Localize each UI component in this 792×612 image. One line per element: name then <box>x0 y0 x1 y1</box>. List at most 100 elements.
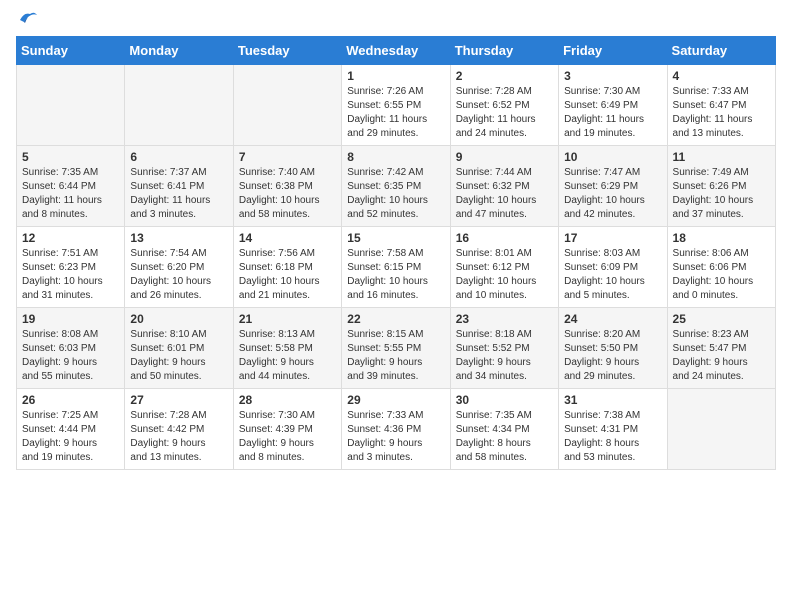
day-number: 25 <box>673 312 770 326</box>
logo-bird-icon <box>18 10 38 28</box>
calendar-cell: 12Sunrise: 7:51 AM Sunset: 6:23 PM Dayli… <box>17 227 125 308</box>
calendar-cell: 24 Sunrise: 8:20 AM Sunset: 5:50 PM Dayli… <box>559 308 667 389</box>
day-number: 17 <box>564 231 661 245</box>
calendar-cell <box>17 65 125 146</box>
calendar-cell: 27 Sunrise: 7:28 AM Sunset: 4:42 PM Dayli… <box>125 389 233 470</box>
day-number: 1 <box>347 69 444 83</box>
weekday-header-sunday: Sunday <box>17 37 125 65</box>
day-info: Sunrise: 7:54 AM Sunset: 6:20 PM Dayligh… <box>130 247 227 303</box>
day-info: Sunrise: 8:15 AM Sunset: 5:55 PM Dayligh… <box>347 328 444 384</box>
day-info: Sunrise: 8:06 AM Sunset: 6:06 PM Dayligh… <box>673 247 770 303</box>
day-number: 27 <box>130 393 227 407</box>
calendar-table: SundayMondayTuesdayWednesdayThursdayFrid… <box>16 36 776 470</box>
day-number: 19 <box>22 312 119 326</box>
calendar-cell: 30 Sunrise: 7:35 AM Sunset: 4:34 PM Dayli… <box>450 389 558 470</box>
day-number: 7 <box>239 150 336 164</box>
day-info: Sunrise: 7:58 AM Sunset: 6:15 PM Dayligh… <box>347 247 444 303</box>
calendar-cell <box>125 65 233 146</box>
weekday-header-tuesday: Tuesday <box>233 37 341 65</box>
weekday-header-friday: Friday <box>559 37 667 65</box>
day-number: 30 <box>456 393 553 407</box>
day-info: Sunrise: 7:25 AM Sunset: 4:44 PM Dayligh… <box>22 409 119 465</box>
calendar-cell: 25 Sunrise: 8:23 AM Sunset: 5:47 PM Dayli… <box>667 308 775 389</box>
calendar-week-row: 5Sunrise: 7:35 AM Sunset: 6:44 PM Daylig… <box>17 146 776 227</box>
day-number: 11 <box>673 150 770 164</box>
day-info: Sunrise: 8:10 AM Sunset: 6:01 PM Dayligh… <box>130 328 227 384</box>
calendar-cell: 10 Sunrise: 7:47 AM Sunset: 6:29 PM Dayli… <box>559 146 667 227</box>
day-number: 28 <box>239 393 336 407</box>
calendar-cell: 29 Sunrise: 7:33 AM Sunset: 4:36 PM Dayli… <box>342 389 450 470</box>
day-number: 6 <box>130 150 227 164</box>
calendar-cell: 17 Sunrise: 8:03 AM Sunset: 6:09 PM Dayli… <box>559 227 667 308</box>
calendar-cell: 19 Sunrise: 8:08 AM Sunset: 6:03 PM Dayli… <box>17 308 125 389</box>
weekday-header-wednesday: Wednesday <box>342 37 450 65</box>
calendar-cell: 15 Sunrise: 7:58 AM Sunset: 6:15 PM Dayli… <box>342 227 450 308</box>
day-number: 29 <box>347 393 444 407</box>
day-info: Sunrise: 8:03 AM Sunset: 6:09 PM Dayligh… <box>564 247 661 303</box>
day-info: Sunrise: 7:56 AM Sunset: 6:18 PM Dayligh… <box>239 247 336 303</box>
day-info: Sunrise: 8:01 AM Sunset: 6:12 PM Dayligh… <box>456 247 553 303</box>
calendar-cell <box>233 65 341 146</box>
day-info: Sunrise: 7:28 AM Sunset: 6:52 PM Dayligh… <box>456 85 553 141</box>
day-number: 31 <box>564 393 661 407</box>
calendar-cell <box>667 389 775 470</box>
day-info: Sunrise: 8:23 AM Sunset: 5:47 PM Dayligh… <box>673 328 770 384</box>
day-number: 10 <box>564 150 661 164</box>
calendar-cell: 28Sunrise: 7:30 AM Sunset: 4:39 PM Dayli… <box>233 389 341 470</box>
day-number: 23 <box>456 312 553 326</box>
day-number: 4 <box>673 69 770 83</box>
day-number: 9 <box>456 150 553 164</box>
calendar-week-row: 26 Sunrise: 7:25 AM Sunset: 4:44 PM Dayli… <box>17 389 776 470</box>
day-info: Sunrise: 7:40 AM Sunset: 6:38 PM Dayligh… <box>239 166 336 222</box>
day-info: Sunrise: 7:51 AM Sunset: 6:23 PM Dayligh… <box>22 247 119 303</box>
day-info: Sunrise: 7:47 AM Sunset: 6:29 PM Dayligh… <box>564 166 661 222</box>
weekday-header-thursday: Thursday <box>450 37 558 65</box>
calendar-cell: 5Sunrise: 7:35 AM Sunset: 6:44 PM Daylig… <box>17 146 125 227</box>
calendar-cell: 26 Sunrise: 7:25 AM Sunset: 4:44 PM Dayli… <box>17 389 125 470</box>
calendar-cell: 22Sunrise: 8:15 AM Sunset: 5:55 PM Dayli… <box>342 308 450 389</box>
day-info: Sunrise: 7:37 AM Sunset: 6:41 PM Dayligh… <box>130 166 227 222</box>
calendar-week-row: 12Sunrise: 7:51 AM Sunset: 6:23 PM Dayli… <box>17 227 776 308</box>
calendar-cell: 13 Sunrise: 7:54 AM Sunset: 6:20 PM Dayli… <box>125 227 233 308</box>
calendar-cell: 21Sunrise: 8:13 AM Sunset: 5:58 PM Dayli… <box>233 308 341 389</box>
calendar-cell: 23 Sunrise: 8:18 AM Sunset: 5:52 PM Dayli… <box>450 308 558 389</box>
day-number: 13 <box>130 231 227 245</box>
calendar-cell: 8 Sunrise: 7:42 AM Sunset: 6:35 PM Daylig… <box>342 146 450 227</box>
day-number: 26 <box>22 393 119 407</box>
weekday-header-saturday: Saturday <box>667 37 775 65</box>
calendar-week-row: 19 Sunrise: 8:08 AM Sunset: 6:03 PM Dayli… <box>17 308 776 389</box>
day-info: Sunrise: 7:44 AM Sunset: 6:32 PM Dayligh… <box>456 166 553 222</box>
day-number: 14 <box>239 231 336 245</box>
day-info: Sunrise: 7:28 AM Sunset: 4:42 PM Dayligh… <box>130 409 227 465</box>
calendar-cell: 20 Sunrise: 8:10 AM Sunset: 6:01 PM Dayli… <box>125 308 233 389</box>
calendar-cell: 1Sunrise: 7:26 AM Sunset: 6:55 PM Daylig… <box>342 65 450 146</box>
calendar-cell: 14 Sunrise: 7:56 AM Sunset: 6:18 PM Dayli… <box>233 227 341 308</box>
calendar-cell: 16Sunrise: 8:01 AM Sunset: 6:12 PM Dayli… <box>450 227 558 308</box>
day-info: Sunrise: 7:35 AM Sunset: 6:44 PM Dayligh… <box>22 166 119 222</box>
day-number: 20 <box>130 312 227 326</box>
day-info: Sunrise: 8:13 AM Sunset: 5:58 PM Dayligh… <box>239 328 336 384</box>
day-info: Sunrise: 7:38 AM Sunset: 4:31 PM Dayligh… <box>564 409 661 465</box>
day-info: Sunrise: 8:08 AM Sunset: 6:03 PM Dayligh… <box>22 328 119 384</box>
day-info: Sunrise: 8:20 AM Sunset: 5:50 PM Dayligh… <box>564 328 661 384</box>
day-number: 15 <box>347 231 444 245</box>
day-info: Sunrise: 7:49 AM Sunset: 6:26 PM Dayligh… <box>673 166 770 222</box>
weekday-header-monday: Monday <box>125 37 233 65</box>
calendar-cell: 31 Sunrise: 7:38 AM Sunset: 4:31 PM Dayli… <box>559 389 667 470</box>
calendar-cell: 9 Sunrise: 7:44 AM Sunset: 6:32 PM Daylig… <box>450 146 558 227</box>
calendar-week-row: 1Sunrise: 7:26 AM Sunset: 6:55 PM Daylig… <box>17 65 776 146</box>
day-number: 24 <box>564 312 661 326</box>
day-info: Sunrise: 8:18 AM Sunset: 5:52 PM Dayligh… <box>456 328 553 384</box>
day-number: 18 <box>673 231 770 245</box>
day-number: 8 <box>347 150 444 164</box>
page-header <box>16 16 776 24</box>
day-info: Sunrise: 7:42 AM Sunset: 6:35 PM Dayligh… <box>347 166 444 222</box>
day-info: Sunrise: 7:35 AM Sunset: 4:34 PM Dayligh… <box>456 409 553 465</box>
day-info: Sunrise: 7:33 AM Sunset: 4:36 PM Dayligh… <box>347 409 444 465</box>
day-info: Sunrise: 7:30 AM Sunset: 6:49 PM Dayligh… <box>564 85 661 141</box>
calendar-cell: 4 Sunrise: 7:33 AM Sunset: 6:47 PM Daylig… <box>667 65 775 146</box>
calendar-cell: 18 Sunrise: 8:06 AM Sunset: 6:06 PM Dayli… <box>667 227 775 308</box>
logo <box>16 16 38 24</box>
day-info: Sunrise: 7:33 AM Sunset: 6:47 PM Dayligh… <box>673 85 770 141</box>
calendar-cell: 3Sunrise: 7:30 AM Sunset: 6:49 PM Daylig… <box>559 65 667 146</box>
